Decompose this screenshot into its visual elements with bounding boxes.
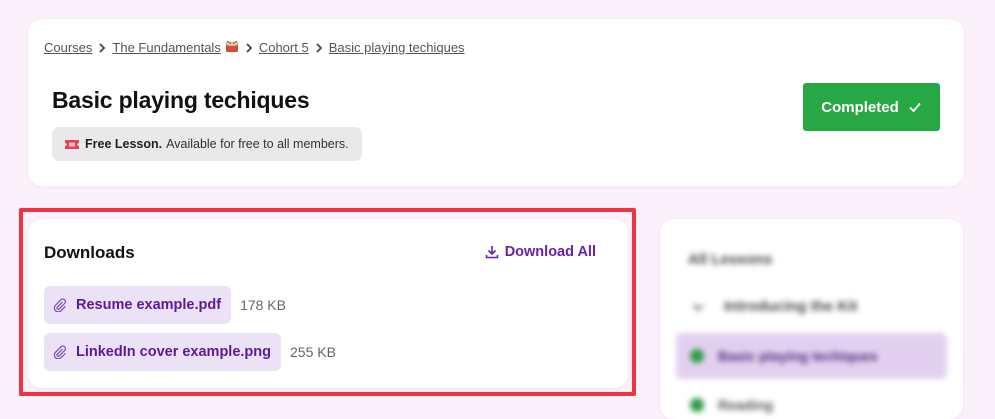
sidebar-lesson-active[interactable]: Basic playing techiques [676,333,947,379]
breadcrumb-courses[interactable]: Courses [44,40,92,55]
download-icon [485,246,499,259]
file-link[interactable]: LinkedIn cover example.png [44,333,281,371]
file-size: 255 KB [290,344,336,360]
lessons-title: All Lessons [688,251,773,268]
free-lesson-badge: Free Lesson. Available for free to all m… [52,127,362,161]
file-name: Resume example.pdf [76,297,222,313]
lesson-header-card: Courses The Fundamentals Cohort 5 Basic … [28,19,964,186]
chevron-right-icon [92,42,112,53]
download-all-label: Download All [504,244,596,260]
module-title: Introducing the Kit [724,298,858,315]
downloads-title: Downloads [44,243,135,262]
check-icon [909,102,921,113]
file-name: LinkedIn cover example.png [76,344,271,360]
completed-dot-icon [690,398,704,412]
page-title: Basic playing techiques [52,87,310,113]
sidebar-lesson-label: Reading [718,397,774,413]
completed-button[interactable]: Completed [803,83,940,131]
breadcrumb: Courses The Fundamentals Cohort 5 Basic … [44,40,465,55]
chevron-right-icon [239,42,259,53]
file-row: Resume example.pdf 178 KB [44,286,286,324]
chevron-down-icon [692,303,704,311]
completed-label: Completed [821,98,899,116]
download-all-button[interactable]: Download All [485,244,596,260]
badge-text: Available for free to all members. [166,137,349,151]
breadcrumb-current-lesson[interactable]: Basic playing techiques [329,40,465,55]
sidebar-lesson[interactable]: Reading [690,397,773,413]
lessons-sidebar: All Lessons Introducing the Kit Basic pl… [660,219,963,419]
file-row: LinkedIn cover example.png 255 KB [44,333,336,371]
file-link[interactable]: Resume example.pdf [44,286,232,324]
file-size: 178 KB [240,297,286,313]
module-toggle[interactable]: Introducing the Kit [692,298,857,315]
chevron-right-icon [309,42,329,53]
badge-strong-text: Free Lesson. [85,137,163,151]
drum-emoji-icon [225,41,239,52]
breadcrumb-cohort[interactable]: Cohort 5 [259,40,309,55]
breadcrumb-the-fundamentals[interactable]: The Fundamentals [112,40,239,55]
downloads-card: Downloads Download All Resume example.pd… [28,219,628,388]
completed-dot-icon [690,349,704,363]
sidebar-lesson-label: Basic playing techiques [718,348,878,364]
paperclip-icon [53,345,66,359]
paperclip-icon [53,298,66,312]
ticket-icon [65,139,79,149]
breadcrumb-label: The Fundamentals [112,40,221,55]
